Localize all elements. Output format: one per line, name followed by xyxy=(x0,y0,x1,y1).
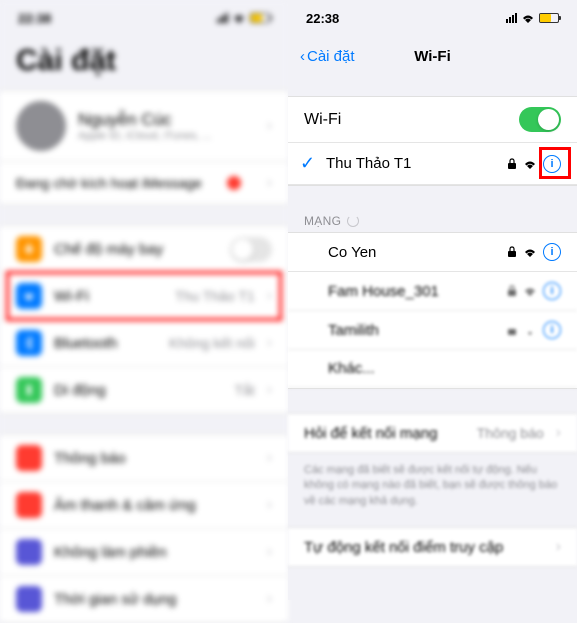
sounds-icon xyxy=(16,492,42,518)
list-item[interactable]: Thông báo› xyxy=(0,435,288,482)
airplane-mode-row[interactable]: Chế độ máy bay xyxy=(0,226,288,273)
chevron-right-icon: › xyxy=(267,381,272,399)
settings-screen: 22:38 Cài đặt Nguyễn Cúc Apple ID, iClou… xyxy=(0,0,288,600)
status-bar: 22:38 xyxy=(288,0,577,36)
row-label: Bluetooth xyxy=(54,335,157,352)
chevron-right-icon: › xyxy=(556,424,561,442)
wifi-signal-icon xyxy=(523,286,537,296)
wifi-screen: 22:38 ‹ Cài đặt Wi-Fi Wi-Fi ✓ Thu Thảo T… xyxy=(288,0,577,600)
status-indicators xyxy=(506,13,559,23)
row-value: Thu Thảo T1 xyxy=(175,288,255,304)
status-text: Đang chờ kích hoạt iMessage xyxy=(16,175,202,191)
page-title: Cài đặt xyxy=(0,36,288,90)
wifi-status-icon xyxy=(521,13,535,23)
profile-row[interactable]: Nguyễn Cúc Apple ID, iCloud, iTunes, ...… xyxy=(0,90,288,162)
network-name: Co Yen xyxy=(328,244,499,261)
notifications-icon xyxy=(16,445,42,471)
profile-subtitle: Apple ID, iCloud, iTunes, ... xyxy=(78,130,255,142)
lock-icon xyxy=(507,285,517,297)
row-value: Thông báo xyxy=(477,425,544,441)
networks-group: Co Yen i Fam House_301 i Tamilith i xyxy=(288,232,577,389)
auto-join-group: Tự động kết nối điểm truy cập › xyxy=(288,527,577,567)
hourglass-icon xyxy=(16,586,42,612)
row-label: Di động xyxy=(54,382,222,399)
list-item[interactable]: Thời gian sử dụng› xyxy=(0,576,288,622)
wifi-signal-icon xyxy=(523,325,537,335)
network-name: Fam House_301 xyxy=(328,283,499,300)
settings-group-connectivity: Chế độ máy bay Wi-Fi Thu Thảo T1 › Bluet… xyxy=(0,225,288,414)
row-label: Tự động kết nối điểm truy cập xyxy=(304,539,544,556)
connected-network-row[interactable]: ✓ Thu Thảo T1 i xyxy=(288,143,577,185)
lock-icon xyxy=(507,246,517,258)
alert-badge-icon xyxy=(227,176,241,190)
network-row[interactable]: Tamilith i xyxy=(288,311,577,350)
profile-name: Nguyễn Cúc xyxy=(78,110,255,130)
status-indicators xyxy=(217,13,270,23)
check-icon: ✓ xyxy=(300,153,318,174)
row-label: Hỏi để kết nối mạng xyxy=(304,425,465,442)
status-time: 22:38 xyxy=(306,11,339,26)
chevron-right-icon: › xyxy=(267,117,272,135)
lock-icon xyxy=(507,158,517,170)
network-row[interactable]: Co Yen i xyxy=(288,233,577,272)
back-button[interactable]: ‹ Cài đặt xyxy=(300,48,355,65)
cellular-row[interactable]: Di động Tắt › xyxy=(0,367,288,413)
chevron-right-icon: › xyxy=(267,174,272,192)
ask-join-group: Hỏi để kết nối mạng Thông báo › xyxy=(288,413,577,453)
info-icon[interactable]: i xyxy=(543,282,561,300)
wifi-toggle-group: Wi-Fi ✓ Thu Thảo T1 i xyxy=(288,96,577,186)
network-row[interactable]: Fam House_301 i xyxy=(288,272,577,311)
section-label: MẠNG xyxy=(304,214,341,228)
settings-group-blur: Thông báo› Âm thanh & cảm ứng› Không làm… xyxy=(0,434,288,623)
chevron-right-icon: › xyxy=(267,334,272,352)
wifi-signal-icon xyxy=(523,159,537,169)
other-network-row[interactable]: Khác... xyxy=(288,350,577,388)
nav-bar: ‹ Cài đặt Wi-Fi xyxy=(288,36,577,76)
list-item[interactable]: Âm thanh & cảm ứng› xyxy=(0,482,288,529)
spinner-icon xyxy=(347,215,359,227)
bluetooth-row[interactable]: Bluetooth Không kết nối › xyxy=(0,320,288,367)
info-icon[interactable]: i xyxy=(543,243,561,261)
wifi-toggle[interactable] xyxy=(519,107,561,132)
row-value: Tắt xyxy=(234,382,254,398)
lock-icon xyxy=(507,324,517,336)
chevron-left-icon: ‹ xyxy=(300,48,305,65)
wifi-row[interactable]: Wi-Fi Thu Thảo T1 › xyxy=(0,273,288,320)
footer-text: Các mạng đã biết sẽ được kết nối tự động… xyxy=(288,457,577,515)
moon-icon xyxy=(16,539,42,565)
nav-title: Wi-Fi xyxy=(414,48,451,65)
wifi-icon xyxy=(16,283,42,309)
network-name: Tamilith xyxy=(328,322,499,339)
chevron-right-icon: › xyxy=(267,287,272,305)
ask-to-join-row[interactable]: Hỏi để kết nối mạng Thông báo › xyxy=(288,414,577,452)
info-icon[interactable]: i xyxy=(543,321,561,339)
list-item[interactable]: Không làm phiền› xyxy=(0,529,288,576)
auto-join-row[interactable]: Tự động kết nối điểm truy cập › xyxy=(288,528,577,566)
avatar xyxy=(16,101,66,151)
section-header-networks: MẠNG xyxy=(288,206,577,232)
wifi-toggle-label: Wi-Fi xyxy=(304,111,507,129)
network-name: Thu Thảo T1 xyxy=(326,155,499,172)
wifi-toggle-row[interactable]: Wi-Fi xyxy=(288,97,577,143)
info-icon[interactable]: i xyxy=(543,155,561,173)
status-time: 22:38 xyxy=(18,11,51,26)
bluetooth-icon xyxy=(16,330,42,356)
activation-status-row[interactable]: Đang chờ kích hoạt iMessage › xyxy=(0,162,288,205)
cellular-icon xyxy=(16,377,42,403)
status-bar: 22:38 xyxy=(0,0,288,36)
wifi-signal-icon xyxy=(523,247,537,257)
airplane-toggle[interactable] xyxy=(230,237,272,262)
back-label: Cài đặt xyxy=(307,48,355,65)
airplane-icon xyxy=(16,236,42,262)
chevron-right-icon: › xyxy=(556,538,561,556)
row-label: Chế độ máy bay xyxy=(54,241,218,258)
row-value: Không kết nối xyxy=(169,335,255,351)
row-label: Wi-Fi xyxy=(54,288,163,305)
wifi-status-icon xyxy=(232,13,246,23)
network-name: Khác... xyxy=(328,360,561,377)
